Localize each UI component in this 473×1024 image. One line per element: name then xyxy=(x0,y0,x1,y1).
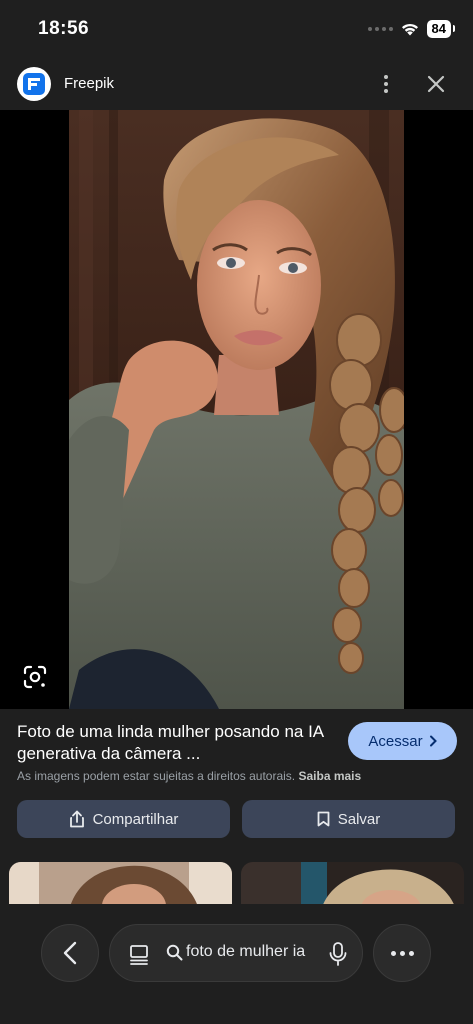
share-button[interactable]: Compartilhar xyxy=(17,800,230,838)
tabs-icon[interactable] xyxy=(128,943,150,965)
site-name[interactable]: Freepik xyxy=(64,75,114,92)
related-image-thumbnail[interactable] xyxy=(9,862,232,910)
status-indicators: 84 xyxy=(367,20,456,38)
google-lens-icon[interactable] xyxy=(22,664,48,690)
share-button-label: Compartilhar xyxy=(92,810,179,828)
image-preview[interactable] xyxy=(0,110,473,709)
copyright-text: As imagens podem estar sujeitas a direit… xyxy=(17,769,296,783)
copyright-notice: As imagens podem estar sujeitas a direit… xyxy=(17,769,361,783)
search-icon xyxy=(166,944,183,960)
learn-more-link[interactable]: Saiba mais xyxy=(298,769,361,783)
related-image-2 xyxy=(241,862,464,910)
microphone-icon[interactable] xyxy=(327,941,349,967)
search-query-text: foto de mulher ia xyxy=(186,943,306,960)
back-arrow-icon xyxy=(63,941,77,965)
visit-button-label: Acessar xyxy=(368,732,423,750)
site-header: Freepik xyxy=(0,60,473,110)
status-bar: 18:56 84 xyxy=(0,0,473,60)
chevron-right-icon xyxy=(429,735,437,747)
result-title[interactable]: Foto de uma linda mulher posando na IA g… xyxy=(17,721,337,765)
kebab-menu-icon[interactable] xyxy=(376,72,396,96)
preview-photo xyxy=(69,110,404,709)
status-time: 18:56 xyxy=(38,18,90,39)
related-image-1 xyxy=(9,862,232,910)
back-button[interactable] xyxy=(41,924,99,982)
bookmark-icon xyxy=(317,811,330,827)
bottom-browser-bar: foto de mulher ia xyxy=(0,904,473,1024)
visit-button[interactable]: Acessar xyxy=(348,722,457,760)
search-bar[interactable]: foto de mulher ia xyxy=(109,924,363,982)
save-button[interactable]: Salvar xyxy=(242,800,455,838)
freepik-logo-mark xyxy=(23,73,45,95)
search-query[interactable]: foto de mulher ia xyxy=(166,943,310,961)
cellular-signal-icon xyxy=(367,27,393,31)
freepik-logo-icon[interactable] xyxy=(17,67,51,101)
result-info-panel: Foto de uma linda mulher posando na IA g… xyxy=(0,709,473,864)
share-icon xyxy=(69,810,84,828)
close-icon[interactable] xyxy=(424,72,448,96)
wifi-icon xyxy=(401,23,418,36)
save-button-label: Salvar xyxy=(337,810,381,828)
related-image-thumbnail[interactable] xyxy=(241,862,464,910)
more-options-icon[interactable] xyxy=(373,924,431,982)
battery-indicator: 84 xyxy=(426,20,456,38)
